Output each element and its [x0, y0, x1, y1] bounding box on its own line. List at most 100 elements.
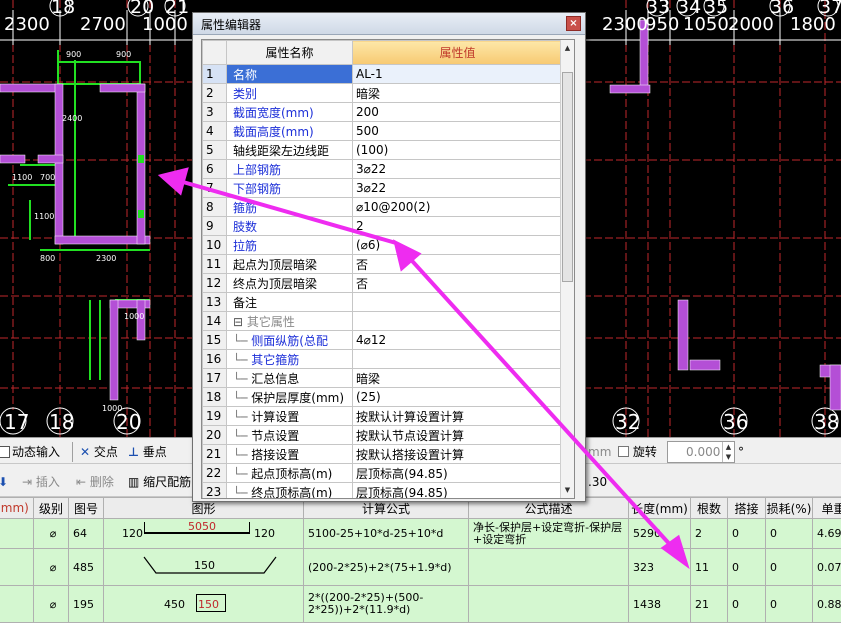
- property-value[interactable]: 2: [352, 216, 563, 236]
- shape-cell[interactable]: 120 5050 120: [103, 518, 304, 549]
- dialog-titlebar[interactable]: 属性编辑器 ×: [193, 13, 585, 35]
- property-row[interactable]: 5 轴线距梁左边线距 (100): [202, 140, 563, 160]
- property-row[interactable]: 8 箍筋 ⌀10@200(2): [202, 197, 563, 217]
- property-value[interactable]: 暗梁: [352, 83, 563, 103]
- description-cell[interactable]: 净长-保护层+设定弯折-保护层+设定弯折: [468, 518, 629, 549]
- lap-cell[interactable]: 0: [727, 518, 766, 549]
- property-row[interactable]: 15 └─ 侧面纵筋(总配 4⌀12: [202, 330, 563, 350]
- property-value[interactable]: (25): [352, 387, 563, 407]
- count-cell[interactable]: 2: [690, 518, 728, 549]
- property-value[interactable]: 否: [352, 254, 563, 274]
- property-row[interactable]: 23 └─ 终点顶标高(m) 层顶标高(94.85): [202, 482, 563, 498]
- col-header[interactable]: 根数: [690, 497, 728, 519]
- col-header[interactable]: 图号: [68, 497, 104, 519]
- loss-cell[interactable]: 0: [765, 548, 813, 586]
- property-row[interactable]: 6 上部钢筋 3⌀22: [202, 159, 563, 179]
- property-row[interactable]: 10 拉筋 (⌀6): [202, 235, 563, 255]
- count-cell[interactable]: 11: [690, 548, 728, 586]
- property-value[interactable]: 否: [352, 273, 563, 293]
- property-row[interactable]: 20 └─ 节点设置 按默认节点设置计算: [202, 425, 563, 445]
- property-value[interactable]: 按默认节点设置计算: [352, 425, 563, 445]
- formula-cell[interactable]: 5100-25+10*d-25+10*d: [303, 518, 469, 549]
- formula-cell[interactable]: 2*((200-2*25)+(500-2*25))+2*(11.9*d): [303, 585, 469, 623]
- col-header-name[interactable]: 属性名称: [226, 40, 353, 65]
- property-value[interactable]: 按默认计算设置计算: [352, 406, 563, 426]
- formula-cell[interactable]: (200-2*25)+2*(75+1.9*d): [303, 548, 469, 586]
- table-row[interactable]: ⌀ 195 450 150 2*((200-2*25)+(500-2*25))+…: [0, 585, 841, 623]
- col-header-value[interactable]: 属性值: [352, 40, 563, 65]
- scrollbar-thumb[interactable]: [562, 72, 573, 282]
- weight-cell[interactable]: 4.698: [812, 518, 841, 549]
- scroll-up-icon[interactable]: ▲: [562, 42, 573, 54]
- property-row[interactable]: 2 类别 暗梁: [202, 83, 563, 103]
- property-value[interactable]: (100): [352, 140, 563, 160]
- length-cell[interactable]: 1438: [628, 585, 691, 623]
- description-cell[interactable]: [468, 585, 629, 623]
- insert-button[interactable]: ⇥ 插入: [22, 472, 60, 492]
- rotate-angle-input[interactable]: 0.000 ▲ ▼: [667, 441, 735, 463]
- table-row[interactable]: ⌀ 64 120 5050 120 5100-25+10*d-25+10*d 净…: [0, 518, 841, 549]
- collapse-icon[interactable]: ⊟: [233, 315, 247, 329]
- dynamic-input-button[interactable]: 动态输入: [0, 442, 60, 462]
- vertical-scrollbar[interactable]: ▲ ▼: [560, 40, 574, 498]
- intersection-button[interactable]: ✕ 交点: [80, 442, 118, 462]
- scale-rebar-button[interactable]: ▥ 缩尺配筋: [128, 472, 191, 492]
- property-row[interactable]: 16 └─ 其它箍筋: [202, 349, 563, 369]
- figure-no-cell[interactable]: 485: [68, 548, 104, 586]
- loss-cell[interactable]: 0: [765, 585, 813, 623]
- property-row[interactable]: 17 └─ 汇总信息 暗梁: [202, 368, 563, 388]
- property-value[interactable]: AL-1: [352, 64, 563, 84]
- property-row[interactable]: 12 终点为顶层暗梁 否: [202, 273, 563, 293]
- property-value[interactable]: 层顶标高(94.85): [352, 463, 563, 483]
- scroll-down-icon[interactable]: ▼: [562, 484, 573, 496]
- property-row[interactable]: 9 肢数 2: [202, 216, 563, 236]
- property-value[interactable]: ⌀10@200(2): [352, 197, 563, 217]
- shape-cell[interactable]: 450 150: [103, 585, 304, 623]
- property-value[interactable]: 层顶标高(94.85): [352, 482, 563, 498]
- property-value[interactable]: 200: [352, 102, 563, 122]
- property-value[interactable]: 4⌀12: [352, 330, 563, 350]
- property-value[interactable]: [352, 349, 563, 369]
- spinner-arrows-icon[interactable]: ▲ ▼: [722, 442, 734, 462]
- col-header[interactable]: 级别: [33, 497, 69, 519]
- grade-cell[interactable]: ⌀: [33, 585, 69, 623]
- lap-cell[interactable]: 0: [727, 585, 766, 623]
- property-value[interactable]: [352, 311, 563, 331]
- col-header[interactable]: (mm): [0, 497, 34, 519]
- property-row[interactable]: 4 截面高度(mm) 500: [202, 121, 563, 141]
- property-value[interactable]: (⌀6): [352, 235, 563, 255]
- property-value[interactable]: 3⌀22: [352, 178, 563, 198]
- perpendicular-button[interactable]: ⊥ 垂点: [128, 442, 167, 462]
- col-header[interactable]: 长度(mm): [628, 497, 691, 519]
- property-row[interactable]: 14 ⊟ 其它属性: [202, 311, 563, 331]
- figure-no-cell[interactable]: 64: [68, 518, 104, 549]
- description-cell[interactable]: [468, 548, 629, 586]
- grade-cell[interactable]: ⌀: [33, 518, 69, 549]
- property-row[interactable]: 13 备注: [202, 292, 563, 312]
- grade-cell[interactable]: ⌀: [33, 548, 69, 586]
- property-row[interactable]: 7 下部钢筋 3⌀22: [202, 178, 563, 198]
- property-value[interactable]: 暗梁: [352, 368, 563, 388]
- col-header[interactable]: 单重: [812, 497, 841, 519]
- arrow-down-icon[interactable]: ⬇: [0, 472, 8, 492]
- count-cell[interactable]: 21: [690, 585, 728, 623]
- rotate-checkbox[interactable]: 旋转: [618, 442, 657, 462]
- property-row[interactable]: 18 └─ 保护层厚度(mm) (25): [202, 387, 563, 407]
- property-row[interactable]: 19 └─ 计算设置 按默认计算设置计算: [202, 406, 563, 426]
- close-icon[interactable]: ×: [566, 16, 581, 31]
- figure-no-cell[interactable]: 195: [68, 585, 104, 623]
- property-value[interactable]: 3⌀22: [352, 159, 563, 179]
- property-row[interactable]: 1 名称 AL-1: [202, 64, 563, 84]
- property-row[interactable]: 22 └─ 起点顶标高(m) 层顶标高(94.85): [202, 463, 563, 483]
- property-row[interactable]: 3 截面宽度(mm) 200: [202, 102, 563, 122]
- weight-cell[interactable]: 0.887: [812, 585, 841, 623]
- shape-cell[interactable]: 150: [103, 548, 304, 586]
- lap-cell[interactable]: 0: [727, 548, 766, 586]
- property-row[interactable]: 11 起点为顶层暗梁 否: [202, 254, 563, 274]
- length-cell[interactable]: 5290: [628, 518, 691, 549]
- property-row[interactable]: 21 └─ 搭接设置 按默认搭接设置计算: [202, 444, 563, 464]
- property-value[interactable]: 500: [352, 121, 563, 141]
- col-header[interactable]: 损耗(%): [765, 497, 813, 519]
- delete-button[interactable]: ⇤ 删除: [76, 472, 114, 492]
- property-value[interactable]: 按默认搭接设置计算: [352, 444, 563, 464]
